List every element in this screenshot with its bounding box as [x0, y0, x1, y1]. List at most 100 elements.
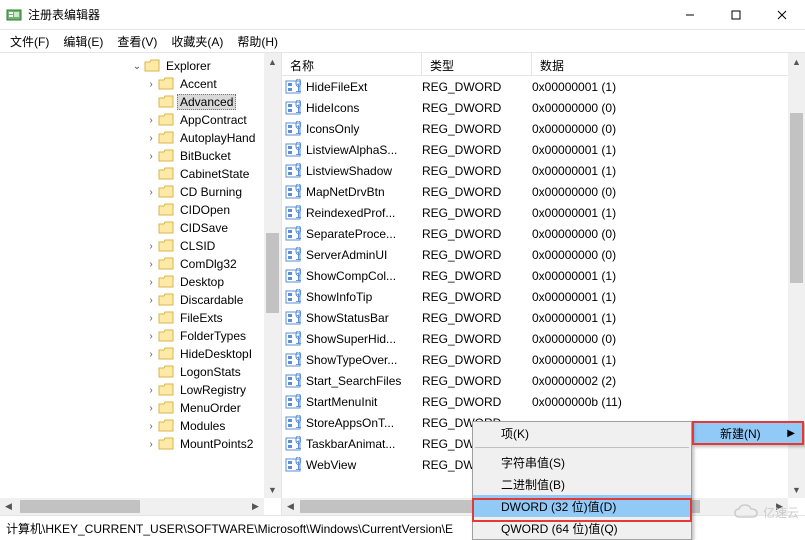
list-row[interactable]: 011110ShowInfoTipREG_DWORD0x00000001 (1) — [282, 286, 788, 307]
col-data[interactable]: 数据 — [532, 53, 805, 75]
chevron-right-icon[interactable] — [144, 205, 158, 216]
chevron-right-icon[interactable] — [144, 97, 158, 108]
list-row[interactable]: 011110ListviewShadowREG_DWORD0x00000001 … — [282, 160, 788, 181]
tree-item[interactable]: ›AutoplayHand — [0, 129, 264, 147]
ctx-binary[interactable]: 二进制值(B) — [473, 473, 691, 495]
scroll-up-icon[interactable]: ▲ — [264, 53, 281, 70]
chevron-right-icon[interactable]: › — [144, 349, 158, 360]
reg-value-icon: 011110 — [282, 247, 304, 263]
close-button[interactable] — [759, 0, 805, 29]
chevron-right-icon[interactable]: › — [144, 331, 158, 342]
ctx-string[interactable]: 字符串值(S) — [473, 451, 691, 473]
value-name: Start_SearchFiles — [304, 374, 422, 388]
svg-text:110: 110 — [295, 333, 301, 347]
chevron-right-icon[interactable]: › — [144, 187, 158, 198]
list-row[interactable]: 011110HideFileExtREG_DWORD0x00000001 (1) — [282, 76, 788, 97]
tree-item[interactable]: ›Desktop — [0, 273, 264, 291]
tree-item[interactable]: ›Discardable — [0, 291, 264, 309]
chevron-right-icon[interactable]: › — [144, 295, 158, 306]
ctx-key[interactable]: 项(K) — [473, 422, 691, 444]
chevron-right-icon[interactable]: › — [144, 241, 158, 252]
tree-item[interactable]: ›HideDesktopI — [0, 345, 264, 363]
list-row[interactable]: 011110ServerAdminUIREG_DWORD0x00000000 (… — [282, 244, 788, 265]
ctx-dword[interactable]: DWORD (32 位)值(D) — [473, 495, 691, 517]
value-name: StoreAppsOnT... — [304, 416, 422, 430]
scroll-thumb[interactable] — [266, 233, 279, 313]
chevron-right-icon[interactable]: › — [144, 385, 158, 396]
list-row[interactable]: 011110ShowStatusBarREG_DWORD0x00000001 (… — [282, 307, 788, 328]
tree-item[interactable]: ›LowRegistry — [0, 381, 264, 399]
scroll-down-icon[interactable]: ▼ — [788, 481, 805, 498]
list-row[interactable]: 011110ShowTypeOver...REG_DWORD0x00000001… — [282, 349, 788, 370]
chevron-right-icon[interactable] — [144, 223, 158, 234]
context-menu-new: 新建(N) ▶ — [692, 421, 804, 445]
chevron-right-icon[interactable] — [144, 367, 158, 378]
scroll-thumb[interactable] — [790, 113, 803, 283]
tree-item[interactable]: CabinetState — [0, 165, 264, 183]
folder-icon — [158, 419, 174, 433]
tree-item[interactable]: ›BitBucket — [0, 147, 264, 165]
svg-text:110: 110 — [295, 270, 301, 284]
chevron-down-icon[interactable]: ⌄ — [130, 61, 144, 72]
tree-item[interactable]: ›Modules — [0, 417, 264, 435]
tree-item[interactable]: ›ComDlg32 — [0, 255, 264, 273]
menu-favorites[interactable]: 收藏夹(A) — [165, 31, 229, 52]
list-row[interactable]: 011110ShowCompCol...REG_DWORD0x00000001 … — [282, 265, 788, 286]
list-row[interactable]: 011110IconsOnlyREG_DWORD0x00000000 (0) — [282, 118, 788, 139]
chevron-right-icon[interactable]: › — [144, 313, 158, 324]
col-name[interactable]: 名称 — [282, 53, 422, 75]
scroll-up-icon[interactable]: ▲ — [788, 53, 805, 70]
tree-scrollbar-vertical[interactable]: ▲ ▼ — [264, 53, 281, 498]
tree-item[interactable]: LogonStats — [0, 363, 264, 381]
list-row[interactable]: 011110SeparateProce...REG_DWORD0x0000000… — [282, 223, 788, 244]
chevron-right-icon[interactable]: › — [144, 277, 158, 288]
col-type[interactable]: 类型 — [422, 53, 532, 75]
tree-item[interactable]: CIDSave — [0, 219, 264, 237]
ctx-qword[interactable]: QWORD (64 位)值(Q) — [473, 517, 691, 539]
folder-icon — [158, 203, 174, 217]
scroll-thumb[interactable] — [20, 500, 140, 513]
tree-item[interactable]: ›Accent — [0, 75, 264, 93]
list-row[interactable]: 011110ShowSuperHid...REG_DWORD0x00000000… — [282, 328, 788, 349]
tree-item[interactable]: ›FolderTypes — [0, 327, 264, 345]
tree-scrollbar-horizontal[interactable]: ◀ ▶ — [0, 498, 264, 515]
chevron-right-icon[interactable]: › — [144, 151, 158, 162]
maximize-button[interactable] — [713, 0, 759, 29]
scroll-right-icon[interactable]: ▶ — [247, 498, 264, 515]
menu-file[interactable]: 文件(F) — [4, 31, 55, 52]
list-row[interactable]: 011110Start_SearchFilesREG_DWORD0x000000… — [282, 370, 788, 391]
svg-text:110: 110 — [295, 123, 301, 137]
scroll-down-icon[interactable]: ▼ — [264, 481, 281, 498]
chevron-right-icon[interactable]: › — [144, 133, 158, 144]
ctx-new[interactable]: 新建(N) ▶ — [692, 422, 803, 444]
minimize-button[interactable] — [667, 0, 713, 29]
list-row[interactable]: 011110ReindexedProf...REG_DWORD0x0000000… — [282, 202, 788, 223]
list-row[interactable]: 011110MapNetDrvBtnREG_DWORD0x00000000 (0… — [282, 181, 788, 202]
tree-item[interactable]: ›AppContract — [0, 111, 264, 129]
tree-item[interactable]: ›FileExts — [0, 309, 264, 327]
chevron-right-icon[interactable]: › — [144, 439, 158, 450]
menu-edit[interactable]: 编辑(E) — [57, 31, 109, 52]
svg-text:110: 110 — [295, 207, 301, 221]
tree-item[interactable]: ›MountPoints2 — [0, 435, 264, 453]
chevron-right-icon[interactable]: › — [144, 115, 158, 126]
list-row[interactable]: 011110StartMenuInitREG_DWORD0x0000000b (… — [282, 391, 788, 412]
menu-view[interactable]: 查看(V) — [111, 31, 163, 52]
list-row[interactable]: 011110ListviewAlphaS...REG_DWORD0x000000… — [282, 139, 788, 160]
tree-item[interactable]: ›CD Burning — [0, 183, 264, 201]
chevron-right-icon[interactable] — [144, 169, 158, 180]
chevron-right-icon[interactable]: › — [144, 79, 158, 90]
tree-item[interactable]: ›CLSID — [0, 237, 264, 255]
tree-item[interactable]: Advanced — [0, 93, 264, 111]
menu-help[interactable]: 帮助(H) — [231, 31, 284, 52]
scroll-left-icon[interactable]: ◀ — [282, 498, 299, 515]
chevron-right-icon[interactable]: › — [144, 259, 158, 270]
scroll-left-icon[interactable]: ◀ — [0, 498, 17, 515]
tree-item-explorer[interactable]: ⌄Explorer — [0, 57, 264, 75]
chevron-right-icon[interactable]: › — [144, 403, 158, 414]
list-row[interactable]: 011110HideIconsREG_DWORD0x00000000 (0) — [282, 97, 788, 118]
tree-item[interactable]: ›MenuOrder — [0, 399, 264, 417]
tree-item[interactable]: CIDOpen — [0, 201, 264, 219]
chevron-right-icon[interactable]: › — [144, 421, 158, 432]
tree[interactable]: ⌄Explorer›Accent Advanced›AppContract›Au… — [0, 53, 264, 498]
